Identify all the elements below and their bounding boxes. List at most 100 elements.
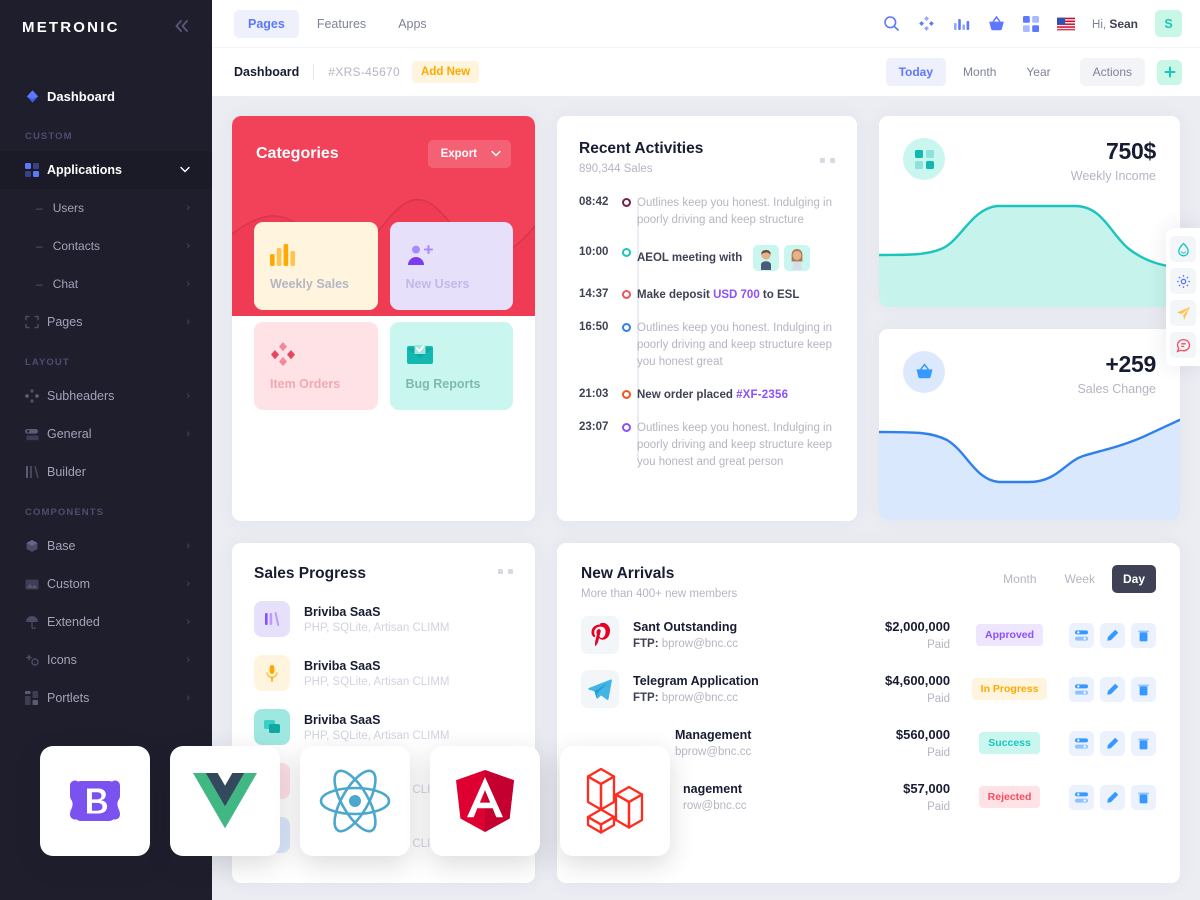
delete-icon[interactable] — [1131, 622, 1156, 648]
edit-icon[interactable] — [1100, 730, 1125, 756]
sales-progress-title: Sales Progress — [254, 565, 367, 582]
sidebar-item-applications[interactable]: Applications — [0, 151, 212, 189]
row-meta: FTP: bprow@bnc.cc — [633, 692, 831, 704]
bootstrap-logo[interactable] — [40, 746, 150, 856]
export-button[interactable]: Export — [427, 140, 511, 168]
settings-icon[interactable] — [1069, 730, 1094, 756]
sidebar-item-dashboard[interactable]: Dashboard — [0, 77, 212, 115]
sidebar-item-portlets[interactable]: Portlets › — [0, 679, 212, 717]
tab-apps[interactable]: Apps — [384, 10, 441, 38]
sidebar-section-components: Components — [25, 507, 105, 518]
sidebar-item-label: Contacts — [52, 239, 101, 253]
status-badge: Success — [979, 732, 1040, 754]
table-row[interactable]: Telegram Application FTP: bprow@bnc.cc $… — [581, 670, 1156, 708]
add-new-badge[interactable]: Add New — [412, 61, 480, 83]
timeline-bullet — [615, 420, 637, 471]
sidebar-item-label: Dashboard — [47, 88, 115, 104]
sidebar-item-subheaders[interactable]: Subheaders › — [0, 377, 212, 415]
sidebar-item-base[interactable]: Base › — [0, 527, 212, 565]
tile-bug-reports[interactable]: Bug Reports — [389, 322, 513, 410]
bar-chart-icon[interactable] — [952, 15, 970, 33]
delete-icon[interactable] — [1131, 784, 1156, 810]
angular-logo[interactable] — [430, 746, 540, 856]
grid-small-icon[interactable] — [1022, 15, 1040, 33]
chevron-down-icon — [180, 164, 190, 176]
list-item[interactable]: Briviba SaaS PHP, SQLite, Artisan CLIMM — [254, 601, 513, 637]
new-arrivals-title: New Arrivals — [581, 565, 675, 582]
sidebar-item-chat[interactable]: – Chat › — [0, 265, 212, 303]
react-logo[interactable] — [300, 746, 410, 856]
timeline-text-label: Make deposit — [637, 289, 714, 301]
sidebar-item-label: Pages — [47, 315, 83, 329]
row-meta-key: FTP: — [633, 638, 659, 650]
sidebar-item-icons[interactable]: Icons › — [0, 641, 212, 679]
card-menu-button[interactable] — [498, 569, 513, 574]
switch-day[interactable]: Day — [1111, 565, 1156, 593]
sidebar-item-builder[interactable]: Builder — [0, 453, 212, 491]
tile-item-orders[interactable]: Item Orders — [254, 322, 378, 410]
delete-icon[interactable] — [1131, 676, 1156, 702]
sidebar-item-users[interactable]: – Users › — [0, 189, 212, 227]
settings-icon[interactable] — [1069, 784, 1094, 810]
settings-icon[interactable] — [1069, 622, 1094, 648]
timeline-time: 10:00 — [579, 246, 609, 258]
flag-us-icon[interactable] — [1057, 15, 1076, 33]
timeline-highlight: USD 700 — [713, 289, 760, 301]
row-actions — [1069, 784, 1156, 810]
stat-values: 750$ Weekly Income — [1071, 138, 1157, 183]
chevron-right-icon: › — [186, 202, 190, 214]
chevron-right-icon: › — [186, 240, 190, 252]
card-menu-button[interactable] — [820, 158, 835, 163]
switch-month[interactable]: Month — [992, 565, 1047, 593]
laravel-logo[interactable] — [560, 746, 670, 856]
range-month[interactable]: Month — [950, 58, 1009, 86]
droplet-icon[interactable] — [1170, 236, 1196, 262]
tile-label: Bug Reports — [405, 377, 481, 391]
tile-new-users[interactable]: New Users — [389, 222, 513, 310]
tile-weekly-sales[interactable]: Weekly Sales — [254, 222, 378, 310]
delete-icon[interactable] — [1131, 730, 1156, 756]
gear-icon[interactable] — [1170, 268, 1196, 294]
list-item[interactable]: Briviba SaaS PHP, SQLite, Artisan CLIMM — [254, 655, 513, 691]
sidebar-item-contacts[interactable]: – Contacts › — [0, 227, 212, 265]
timeline-item: 16:50 Outlines keep you honest. Indulgin… — [579, 320, 833, 371]
avatar[interactable]: S — [1155, 10, 1182, 37]
shapes-icon[interactable] — [917, 15, 935, 33]
timeline-text: Outlines keep you honest. Indulging in p… — [637, 197, 832, 226]
sidebar-item-custom[interactable]: Custom › — [0, 565, 212, 603]
bar-chart-icon — [270, 236, 362, 266]
status-badge: In Progress — [971, 678, 1048, 700]
sidebar-nav: Dashboard Custom Applications – Users › … — [0, 55, 212, 717]
table-row[interactable]: Sant Outstanding FTP: bprow@bnc.cc $2,00… — [581, 616, 1156, 654]
plus-icon[interactable] — [1157, 59, 1182, 85]
range-year[interactable]: Year — [1013, 58, 1063, 86]
edit-icon[interactable] — [1100, 784, 1125, 810]
categories-title: Categories — [256, 145, 339, 162]
chevrons-left-icon[interactable] — [174, 19, 190, 36]
send-icon[interactable] — [1170, 300, 1196, 326]
list-item[interactable]: Briviba SaaS PHP, SQLite, Artisan CLIMM — [254, 709, 513, 745]
sidebar-item-general[interactable]: General › — [0, 415, 212, 453]
chat-bubble-icon[interactable] — [1170, 332, 1196, 358]
activity-timeline: 08:42 Outlines keep you honest. Indulgin… — [579, 195, 833, 471]
list-item-meta: PHP, SQLite, Artisan CLIMM — [304, 621, 450, 634]
edit-icon[interactable] — [1100, 622, 1125, 648]
sidebar-item-pages[interactable]: Pages › — [0, 303, 212, 341]
tab-features[interactable]: Features — [303, 10, 380, 38]
edit-icon[interactable] — [1100, 676, 1125, 702]
search-icon[interactable] — [882, 15, 900, 33]
settings-icon[interactable] — [1069, 676, 1094, 702]
subheader: Dashboard #XRS-45670 Add New Today Month… — [212, 47, 1200, 96]
vue-logo[interactable] — [170, 746, 280, 856]
topbar-actions: Hi, Sean S — [882, 10, 1182, 37]
range-today[interactable]: Today — [885, 58, 947, 86]
sidebar-item-extended[interactable]: Extended › — [0, 603, 212, 641]
chevron-right-icon: › — [186, 390, 190, 402]
timeline-time: 16:50 — [579, 321, 609, 333]
timeline-bullet — [615, 287, 637, 304]
row-amount: $57,000 Paid — [831, 781, 950, 813]
tab-pages[interactable]: Pages — [234, 9, 299, 38]
basket-icon[interactable] — [987, 15, 1005, 33]
actions-button[interactable]: Actions — [1079, 58, 1145, 86]
switch-week[interactable]: Week — [1054, 565, 1106, 593]
